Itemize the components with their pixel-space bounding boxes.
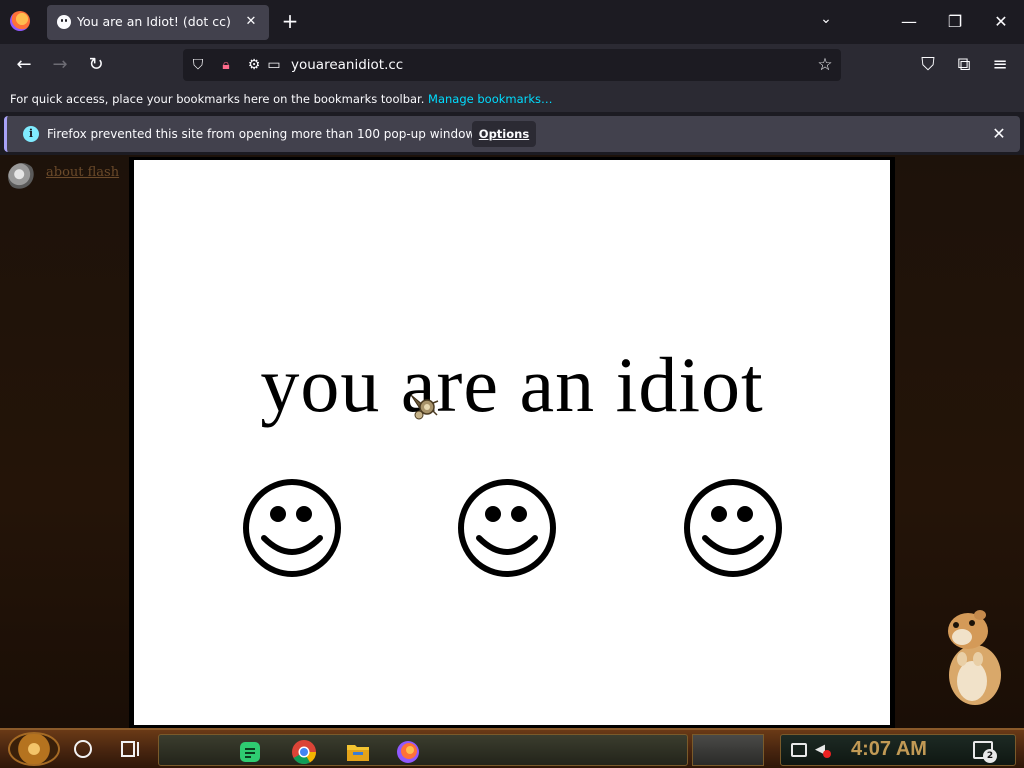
flash-stage: you are an idiot [129,157,895,729]
headline: you are an idiot [260,341,764,428]
tab-close-icon[interactable]: ✕ [241,12,261,32]
tab-active[interactable]: You are an Idiot! (dot cc) ✕ [47,5,269,40]
muted-indicator-icon [823,750,831,758]
bookmarks-toolbar: For quick access, place your bookmarks h… [0,86,1024,112]
smiley-face-icon [458,479,556,577]
notification-message: Firefox prevented this site from opening… [47,127,486,141]
back-icon[interactable]: ← [11,53,37,77]
clock[interactable]: 4:07 AM [851,738,927,761]
chrome-icon[interactable] [291,739,317,765]
bookmarks-hint: For quick access, place your bookmarks h… [10,92,553,106]
reload-icon[interactable]: ↻ [83,53,109,77]
task-view-icon[interactable] [120,739,142,759]
extensions-icon[interactable]: ⧉ [951,53,977,77]
page-icon[interactable]: ▭ [265,56,283,74]
smiley-face-icon [684,479,782,577]
firefox-logo-icon[interactable] [10,11,30,31]
chevron-down-icon[interactable]: ⌄ [815,11,837,33]
hamster-mascot-icon [948,610,1001,705]
new-tab-icon[interactable]: + [279,10,301,32]
system-tray: ◀ 4:07 AM 2 [780,734,1016,766]
permissions-icon[interactable]: ⚙ [245,56,263,74]
network-icon[interactable] [791,743,807,757]
steampunk-cursor-icon [410,394,439,420]
url-text[interactable]: youareanidiot.cc [291,57,403,73]
page-content: about flash you are an idiot [0,155,1024,730]
speaker-icon [8,163,36,191]
manage-bookmarks-link[interactable]: Manage bookmarks… [428,92,553,106]
flash-stage-canvas[interactable]: you are an idiot [134,160,890,725]
star-icon[interactable]: ☆ [815,55,835,75]
search-circle-icon[interactable] [74,740,92,758]
firefox-taskbar-icon[interactable] [395,739,421,765]
taskbar-decor [692,734,764,766]
lock-icon[interactable]: 🔒︎ [217,56,235,74]
shield-icon[interactable]: ⛉ [189,56,207,74]
nav-bar: ← → ↻ ⛉ 🔒︎ ⚙ ▭ youareanidiot.cc ☆ ⛉ ⧉ ≡ [0,44,1024,86]
minimize-icon[interactable]: — [886,0,932,44]
forward-icon[interactable]: → [47,53,73,77]
close-window-icon[interactable]: ✕ [978,0,1024,44]
url-bar[interactable]: ⛉ 🔒︎ ⚙ ▭ youareanidiot.cc ☆ [183,49,841,81]
close-icon[interactable]: ✕ [988,123,1010,145]
bookmarks-hint-text: For quick access, place your bookmarks h… [10,92,425,106]
notes-app-icon[interactable] [237,739,263,765]
options-button[interactable]: Options [472,121,536,147]
start-button[interactable] [8,732,60,766]
info-icon: i [23,126,39,142]
smiley-face-icon [243,479,341,577]
notification-count-badge: 2 [983,749,997,763]
taskbar: ◀ 4:07 AM 2 [0,728,1024,768]
popup-blocked-notification: i Firefox prevented this site from openi… [4,116,1020,152]
menu-icon[interactable]: ≡ [987,53,1013,77]
pocket-icon[interactable]: ⛉ [915,53,941,77]
smiley-favicon-icon [57,15,71,29]
file-explorer-icon[interactable] [345,739,371,765]
taskbar-apps [158,734,688,766]
tab-title: You are an Idiot! (dot cc) [77,14,231,29]
about-flash-link[interactable]: about flash [46,165,119,180]
restore-icon[interactable]: ❐ [932,0,978,44]
tab-strip: You are an Idiot! (dot cc) ✕ + ⌄ — ❐ ✕ [0,0,1024,44]
